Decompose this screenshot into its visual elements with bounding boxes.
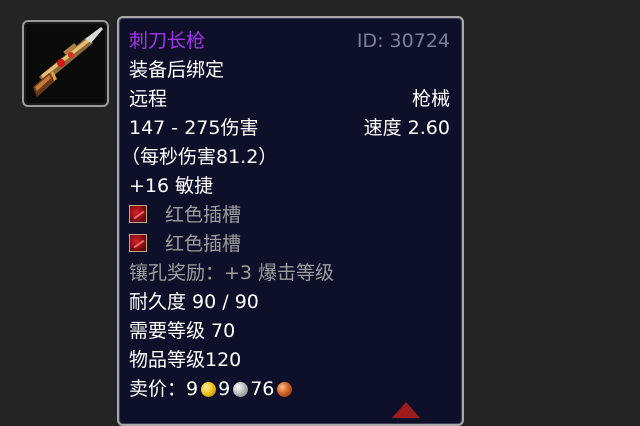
item-name: 刺刀长枪 <box>129 30 206 52</box>
required-level-text: 需要等级 70 <box>129 320 236 342</box>
red-socket-icon <box>129 234 147 252</box>
gold-coin-icon <box>201 382 217 397</box>
socket-row-2: 红色插槽 <box>129 230 450 258</box>
sell-price-row: 卖价：9 9 76 <box>129 375 450 403</box>
item-level-text: 物品等级120 <box>129 349 242 371</box>
slot-text: 远程 <box>129 88 168 110</box>
socket-bonus-text: 镶孔奖励：+3 爆击等级 <box>129 262 335 284</box>
gold-amount: 9 <box>186 378 199 400</box>
binding-text: 装备后绑定 <box>129 59 225 81</box>
item-tooltip: 刺刀长枪 ID: 30724 装备后绑定 远程 枪械 147 - 275伤害 速… <box>117 16 464 426</box>
item-name-row: 刺刀长枪 ID: 30724 <box>129 27 450 55</box>
silver-coin-icon <box>233 382 249 397</box>
copper-amount: 76 <box>250 378 275 400</box>
socket-label: 红色插槽 <box>165 204 242 226</box>
sell-price-label: 卖价： <box>129 378 187 400</box>
weapon-type-text: 枪械 <box>411 88 450 110</box>
slot-row: 远程 枪械 <box>129 85 450 113</box>
item-icon-frame[interactable] <box>22 20 109 107</box>
dps-text: （每秒伤害81.2） <box>121 146 278 168</box>
gun-weapon-icon <box>27 25 104 102</box>
copper-coin-icon <box>277 382 293 397</box>
damage-text: 147 - 275伤害 <box>129 117 259 139</box>
silver-amount: 9 <box>218 378 231 400</box>
speed-text: 速度 2.60 <box>363 117 450 139</box>
red-socket-icon <box>129 205 147 223</box>
socket-label: 红色插槽 <box>165 233 242 255</box>
item-id: ID: 30724 <box>356 30 450 52</box>
damage-row: 147 - 275伤害 速度 2.60 <box>129 114 450 142</box>
socket-row-1: 红色插槽 <box>129 201 450 229</box>
durability-text: 耐久度 90 / 90 <box>129 291 259 313</box>
stat-text: +16 敏捷 <box>129 175 214 197</box>
